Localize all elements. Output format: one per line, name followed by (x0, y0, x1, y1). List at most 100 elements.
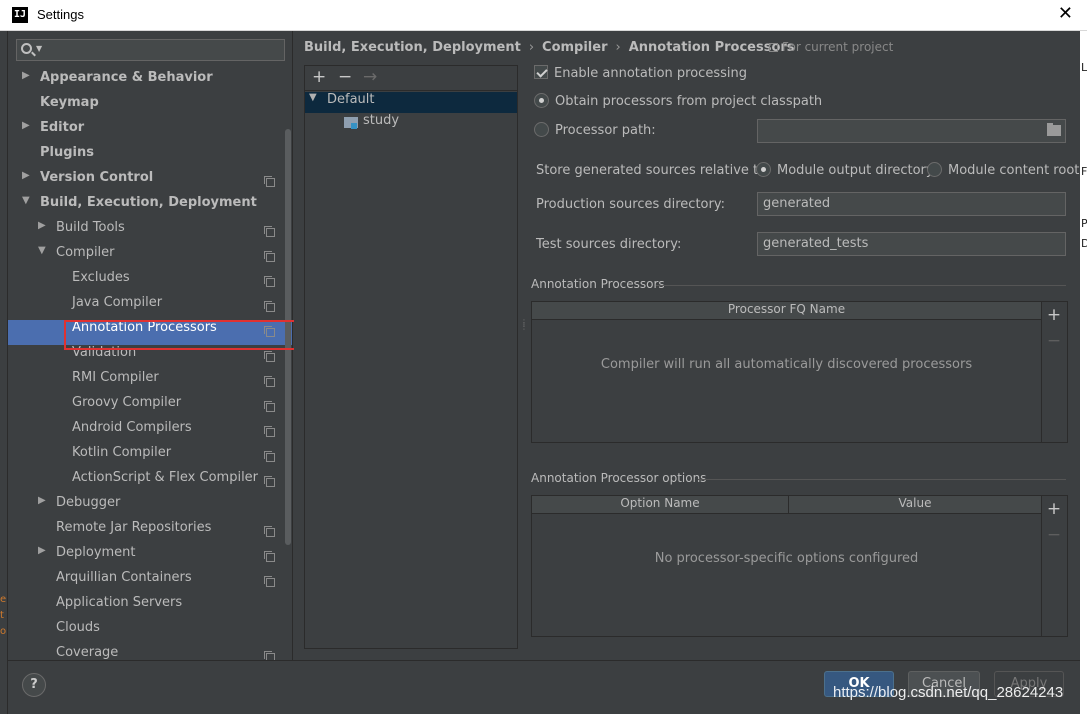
sidebar-item-label: Appearance & Behavior (40, 70, 213, 85)
clipped-char: P (1081, 217, 1087, 230)
help-button[interactable]: ? (22, 673, 46, 697)
sidebar-item-application-servers[interactable]: Application Servers (8, 595, 292, 620)
module-content-option[interactable]: Module content root (927, 162, 1079, 180)
project-scope-icon (264, 526, 275, 537)
sidebar-item-clouds[interactable]: Clouds (8, 620, 292, 645)
expand-arrow-icon[interactable]: ▶ (38, 545, 50, 556)
sidebar-item-build-tools[interactable]: ▶ Build Tools (8, 220, 292, 245)
project-scope-icon (264, 351, 275, 362)
sidebar-item-label: RMI Compiler (72, 370, 159, 385)
add-processor-button[interactable]: + (1042, 305, 1066, 325)
collapse-arrow-icon[interactable]: ▼ (309, 92, 317, 103)
clipped-char: e (0, 594, 7, 605)
profile-item-default[interactable]: ▼ Default (305, 92, 517, 113)
close-window-button[interactable]: ✕ (1058, 3, 1073, 25)
collapse-arrow-icon[interactable]: ▼ (38, 245, 50, 256)
test-sources-field[interactable]: generated_tests (757, 232, 1066, 256)
sidebar-item-kotlin-compiler[interactable]: Kotlin Compiler (8, 445, 292, 470)
section-divider (656, 285, 1066, 286)
store-generated-label: Store generated sources relative to: (536, 163, 771, 178)
enable-annotation-processing[interactable]: Enable annotation processing (534, 65, 747, 83)
processor-path-field[interactable] (757, 119, 1066, 143)
obtain-from-classpath-option[interactable]: Obtain processors from project classpath (534, 93, 822, 111)
processors-table-toolbar: + − (1042, 301, 1068, 443)
add-option-button[interactable]: + (1042, 499, 1066, 519)
sidebar-item-validation[interactable]: Validation (8, 345, 292, 370)
sidebar-item-label: Version Control (40, 170, 154, 185)
module-content-radio[interactable] (927, 162, 942, 177)
collapse-arrow-icon[interactable]: ▼ (22, 195, 34, 206)
module-output-option[interactable]: Module output directory (756, 162, 934, 180)
title-bar: IJ Settings ✕ (0, 0, 1087, 31)
sidebar-item-build-execution-deployment[interactable]: ▼ Build, Execution, Deployment (8, 195, 292, 220)
project-scope-icon (264, 226, 275, 237)
sidebar-item-deployment[interactable]: ▶ Deployment (8, 545, 292, 570)
sidebar-item-label: Plugins (40, 145, 94, 160)
production-sources-field[interactable]: generated (757, 192, 1066, 216)
clipped-char: o (0, 626, 7, 637)
sidebar-item-plugins[interactable]: Plugins (8, 145, 292, 170)
processor-path-option[interactable]: Processor path: (534, 122, 656, 140)
sidebar-item-actionscript-flex-compiler[interactable]: ActionScript & Flex Compiler (8, 470, 292, 495)
sidebar-item-label: Application Servers (56, 595, 183, 610)
settings-sidebar: ▼ ▶ Appearance & Behavior Keymap ▶ Edito… (8, 31, 293, 660)
sidebar-item-keymap[interactable]: Keymap (8, 95, 292, 120)
expand-arrow-icon[interactable]: ▶ (22, 70, 34, 81)
move-module-button[interactable]: → (363, 67, 377, 87)
sidebar-item-label: Android Compilers (72, 420, 192, 435)
sidebar-item-excludes[interactable]: Excludes (8, 270, 292, 295)
clipped-char: F (1081, 165, 1087, 178)
sidebar-item-groovy-compiler[interactable]: Groovy Compiler (8, 395, 292, 420)
expand-arrow-icon[interactable]: ▶ (22, 120, 34, 131)
profile-label: Default (327, 92, 375, 107)
project-scope-icon (264, 476, 275, 487)
sidebar-item-debugger[interactable]: ▶ Debugger (8, 495, 292, 520)
module-label: study (363, 113, 400, 128)
remove-profile-button[interactable]: − (338, 67, 352, 87)
folder-browse-icon[interactable] (1047, 123, 1061, 136)
sidebar-item-coverage[interactable]: Coverage (8, 645, 292, 660)
settings-search[interactable]: ▼ (16, 39, 285, 61)
project-scope-icon (264, 576, 275, 587)
project-scope-icon (264, 376, 275, 387)
sidebar-item-version-control[interactable]: ▶ Version Control (8, 170, 292, 195)
remove-option-button[interactable]: − (1042, 525, 1066, 545)
profile-item-study[interactable]: study (305, 113, 517, 134)
expand-arrow-icon[interactable]: ▶ (38, 220, 50, 231)
sidebar-item-rmi-compiler[interactable]: RMI Compiler (8, 370, 292, 395)
obtain-from-classpath-radio[interactable] (534, 93, 549, 108)
sidebar-item-label: Remote Jar Repositories (56, 520, 212, 535)
expand-arrow-icon[interactable]: ▶ (38, 495, 50, 506)
column-header-processor-fq-name[interactable]: Processor FQ Name (532, 302, 1041, 319)
sidebar-item-arquillian-containers[interactable]: Arquillian Containers (8, 570, 292, 595)
sidebar-item-android-compilers[interactable]: Android Compilers (8, 420, 292, 445)
sidebar-item-editor[interactable]: ▶ Editor (8, 120, 292, 145)
search-input[interactable] (47, 41, 277, 59)
remove-processor-button[interactable]: − (1042, 331, 1066, 351)
add-profile-button[interactable]: + (312, 67, 326, 87)
sidebar-scrollbar[interactable] (285, 129, 291, 545)
module-output-label: Module output directory (777, 163, 934, 178)
sidebar-item-label: ActionScript & Flex Compiler (72, 470, 259, 485)
sidebar-item-java-compiler[interactable]: Java Compiler (8, 295, 292, 320)
expand-arrow-icon[interactable]: ▶ (22, 170, 34, 181)
sidebar-item-annotation-processors[interactable]: Annotation Processors (8, 320, 292, 345)
column-header-value[interactable]: Value (788, 496, 1041, 513)
section-divider (698, 479, 1066, 480)
enable-processing-checkbox[interactable] (534, 65, 548, 79)
processor-path-radio[interactable] (534, 122, 549, 137)
sidebar-item-remote-jar-repositories[interactable]: Remote Jar Repositories (8, 520, 292, 545)
sidebar-item-appearance-behavior[interactable]: ▶ Appearance & Behavior (8, 70, 292, 95)
breadcrumb-separator: › (615, 40, 621, 55)
breadcrumb-item: Compiler (542, 40, 608, 55)
breadcrumb: Build, Execution, Deployment › Compiler › An… (304, 40, 795, 55)
column-header-option-name[interactable]: Option Name (532, 496, 788, 513)
module-output-radio[interactable] (756, 162, 771, 177)
enable-processing-label: Enable annotation processing (554, 66, 747, 81)
sidebar-item-label: Debugger (56, 495, 121, 510)
splitter-handle[interactable]: ⋮ ⋮ (520, 319, 528, 335)
sidebar-item-compiler[interactable]: ▼ Compiler (8, 245, 292, 270)
sidebar-item-label: Keymap (40, 95, 99, 110)
project-scope-icon (264, 251, 275, 262)
sidebar-item-label: Kotlin Compiler (72, 445, 172, 460)
